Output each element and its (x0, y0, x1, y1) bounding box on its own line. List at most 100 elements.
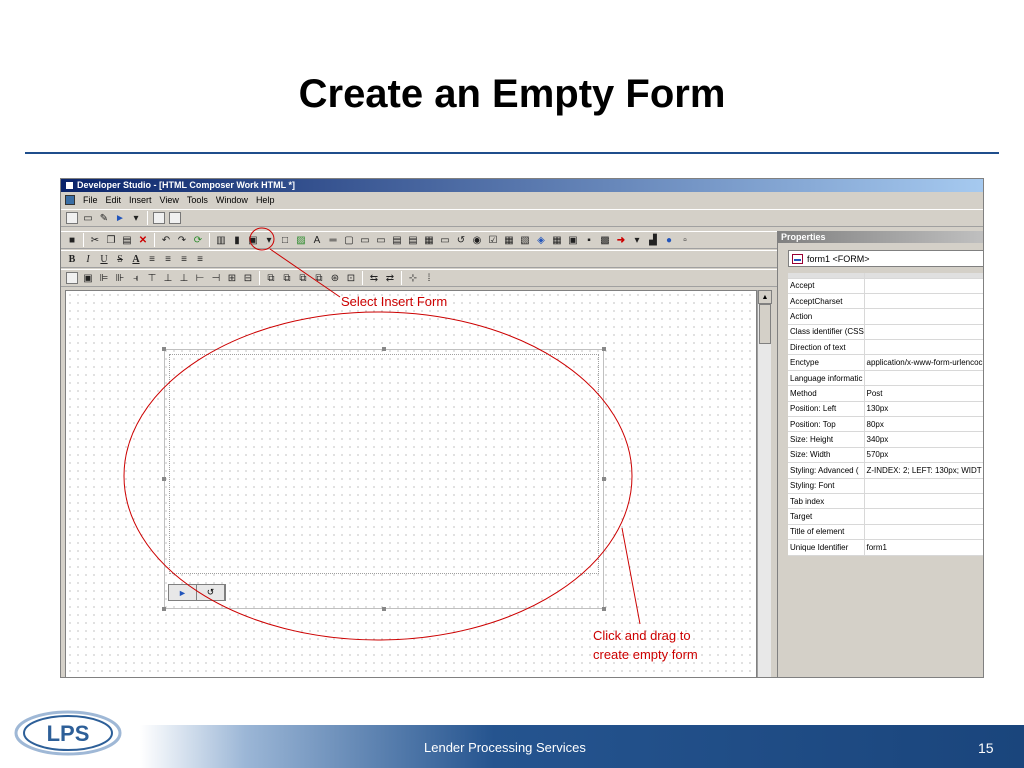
insert-tree-icon[interactable]: ▧ (518, 233, 532, 247)
property-value[interactable] (864, 524, 983, 541)
same-height-icon[interactable]: ⊣ (209, 271, 223, 285)
insert-form-dropdown-icon[interactable]: ▾ (262, 233, 276, 247)
property-value[interactable] (864, 293, 983, 310)
copy-icon[interactable]: ❐ (104, 233, 118, 247)
save-icon[interactable]: ■ (65, 233, 79, 247)
property-row[interactable]: Unique Identifier form1 (788, 539, 983, 556)
resize-handle[interactable] (602, 607, 606, 611)
insert-group-icon[interactable]: ▦ (502, 233, 516, 247)
insert-hidden-icon[interactable]: ▪ (582, 233, 596, 247)
underline-button[interactable]: U (97, 252, 111, 266)
italic-button[interactable]: I (81, 252, 95, 266)
group-icon[interactable]: ⊛ (328, 271, 342, 285)
property-row[interactable]: Size: Width 570px (788, 447, 983, 464)
form-body[interactable] (169, 354, 599, 574)
menu-help[interactable]: Help (256, 195, 275, 205)
property-value[interactable] (864, 324, 983, 341)
property-row[interactable]: Target (788, 508, 983, 525)
bring-front-icon[interactable]: ⧉ (264, 271, 278, 285)
property-row[interactable]: Class identifier (CSS (788, 324, 983, 341)
empty-form[interactable]: ► ↺ (162, 347, 606, 611)
property-value[interactable] (864, 308, 983, 325)
property-value[interactable]: 340px (864, 431, 983, 448)
property-value[interactable]: 80px (864, 416, 983, 433)
resize-handle[interactable] (382, 607, 386, 611)
insert-object-icon[interactable]: ▣ (566, 233, 580, 247)
align-centers-icon[interactable]: ⊪ (113, 271, 127, 285)
code-icon[interactable]: ⊹ (406, 271, 420, 285)
insert-textbox-icon[interactable]: ▭ (358, 233, 372, 247)
design-canvas[interactable]: ► ↺ (65, 290, 757, 677)
insert-form-icon[interactable]: ▣ (246, 233, 260, 247)
insert-marker-icon[interactable]: ➜ (614, 233, 628, 247)
insert-table-icon[interactable]: ▦ (422, 233, 436, 247)
grid-toggle-icon[interactable] (66, 272, 78, 284)
property-row[interactable]: Accept (788, 278, 983, 294)
snap-icon[interactable]: ▣ (81, 271, 95, 285)
tab-order-clear-icon[interactable]: ⇄ (383, 271, 397, 285)
align-right-icon[interactable]: ≡ (177, 252, 191, 266)
property-value[interactable] (864, 278, 983, 294)
property-value[interactable] (864, 478, 983, 494)
layout-grid-icon[interactable]: ⁞ (422, 271, 436, 285)
property-row[interactable]: Styling: Advanced (Z-INDEX: 2; LEFT: 130… (788, 462, 983, 479)
insert-link-icon[interactable]: ◈ (534, 233, 548, 247)
edit-icon[interactable]: ✎ (97, 211, 111, 225)
same-width-icon[interactable]: ⊢ (193, 271, 207, 285)
object-selector[interactable]: form1 <FORM> (788, 250, 983, 267)
open-folder-icon[interactable]: ▭ (81, 211, 95, 225)
property-value[interactable]: 130px (864, 401, 983, 418)
property-row[interactable]: Action (788, 308, 983, 325)
menu-view[interactable]: View (160, 195, 179, 205)
resize-handle[interactable] (162, 347, 166, 351)
align-center-icon[interactable]: ≡ (161, 252, 175, 266)
align-tops-icon[interactable]: ⊤ (145, 271, 159, 285)
space-across-icon[interactable]: ⊟ (241, 271, 255, 285)
menu-file[interactable]: File (83, 195, 98, 205)
insert-combo-icon[interactable]: ▤ (406, 233, 420, 247)
property-value[interactable]: Z-INDEX: 2; LEFT: 130px; WIDT (864, 462, 983, 479)
property-value[interactable]: 570px (864, 447, 983, 464)
submit-icon[interactable]: ► (169, 585, 197, 600)
delete-icon[interactable]: ✕ (136, 233, 150, 247)
property-row[interactable]: Tab index (788, 493, 983, 510)
property-row[interactable]: AcceptCharset (788, 293, 983, 310)
tab-order-icon[interactable]: ⇆ (367, 271, 381, 285)
resize-handle[interactable] (162, 607, 166, 611)
property-value[interactable] (864, 508, 983, 525)
property-row[interactable]: Position: Top 80px (788, 416, 983, 433)
insert-misc-icon[interactable]: ▫ (678, 233, 692, 247)
bold-button[interactable]: B (65, 252, 79, 266)
paste-icon[interactable]: ▤ (120, 233, 134, 247)
insert-reset-icon[interactable]: ↺ (454, 233, 468, 247)
property-row[interactable]: Direction of text (788, 339, 983, 356)
property-row[interactable]: Styling: Font (788, 478, 983, 494)
align-lefts-icon[interactable]: ⊫ (97, 271, 111, 285)
refresh-icon[interactable]: ⟳ (191, 233, 205, 247)
menu-tools[interactable]: Tools (187, 195, 208, 205)
menu-edit[interactable]: Edit (106, 195, 122, 205)
insert-grid-icon[interactable]: ▩ (598, 233, 612, 247)
property-value[interactable]: application/x-www-form-urlencoc (864, 354, 983, 371)
insert-box-icon[interactable]: ▢ (342, 233, 356, 247)
redo-icon[interactable]: ↷ (175, 233, 189, 247)
undo-icon[interactable]: ↶ (159, 233, 173, 247)
reset-icon[interactable]: ↺ (197, 585, 225, 600)
insert-chart-wizard-icon[interactable]: ▟ (646, 233, 660, 247)
window-titlebar[interactable]: Developer Studio - [HTML Composer Work H… (61, 179, 983, 192)
send-back-icon[interactable]: ⧉ (280, 271, 294, 285)
insert-image-icon[interactable]: ▨ (294, 233, 308, 247)
strikethrough-button[interactable]: S (113, 252, 127, 266)
property-row[interactable]: Size: Height 340px (788, 431, 983, 448)
resize-handle[interactable] (382, 347, 386, 351)
bring-forward-icon[interactable]: ⧉ (296, 271, 310, 285)
insert-button-icon[interactable]: ▭ (438, 233, 452, 247)
run-dropdown-icon[interactable]: ▾ (129, 211, 143, 225)
resize-handle[interactable] (162, 477, 166, 481)
resize-handle[interactable] (602, 347, 606, 351)
insert-more-dropdown-icon[interactable]: ▾ (630, 233, 644, 247)
insert-calendar-icon[interactable]: ▦ (550, 233, 564, 247)
document-icon[interactable] (65, 195, 75, 205)
run-icon[interactable]: ► (113, 211, 127, 225)
new-file-icon[interactable] (66, 212, 78, 224)
